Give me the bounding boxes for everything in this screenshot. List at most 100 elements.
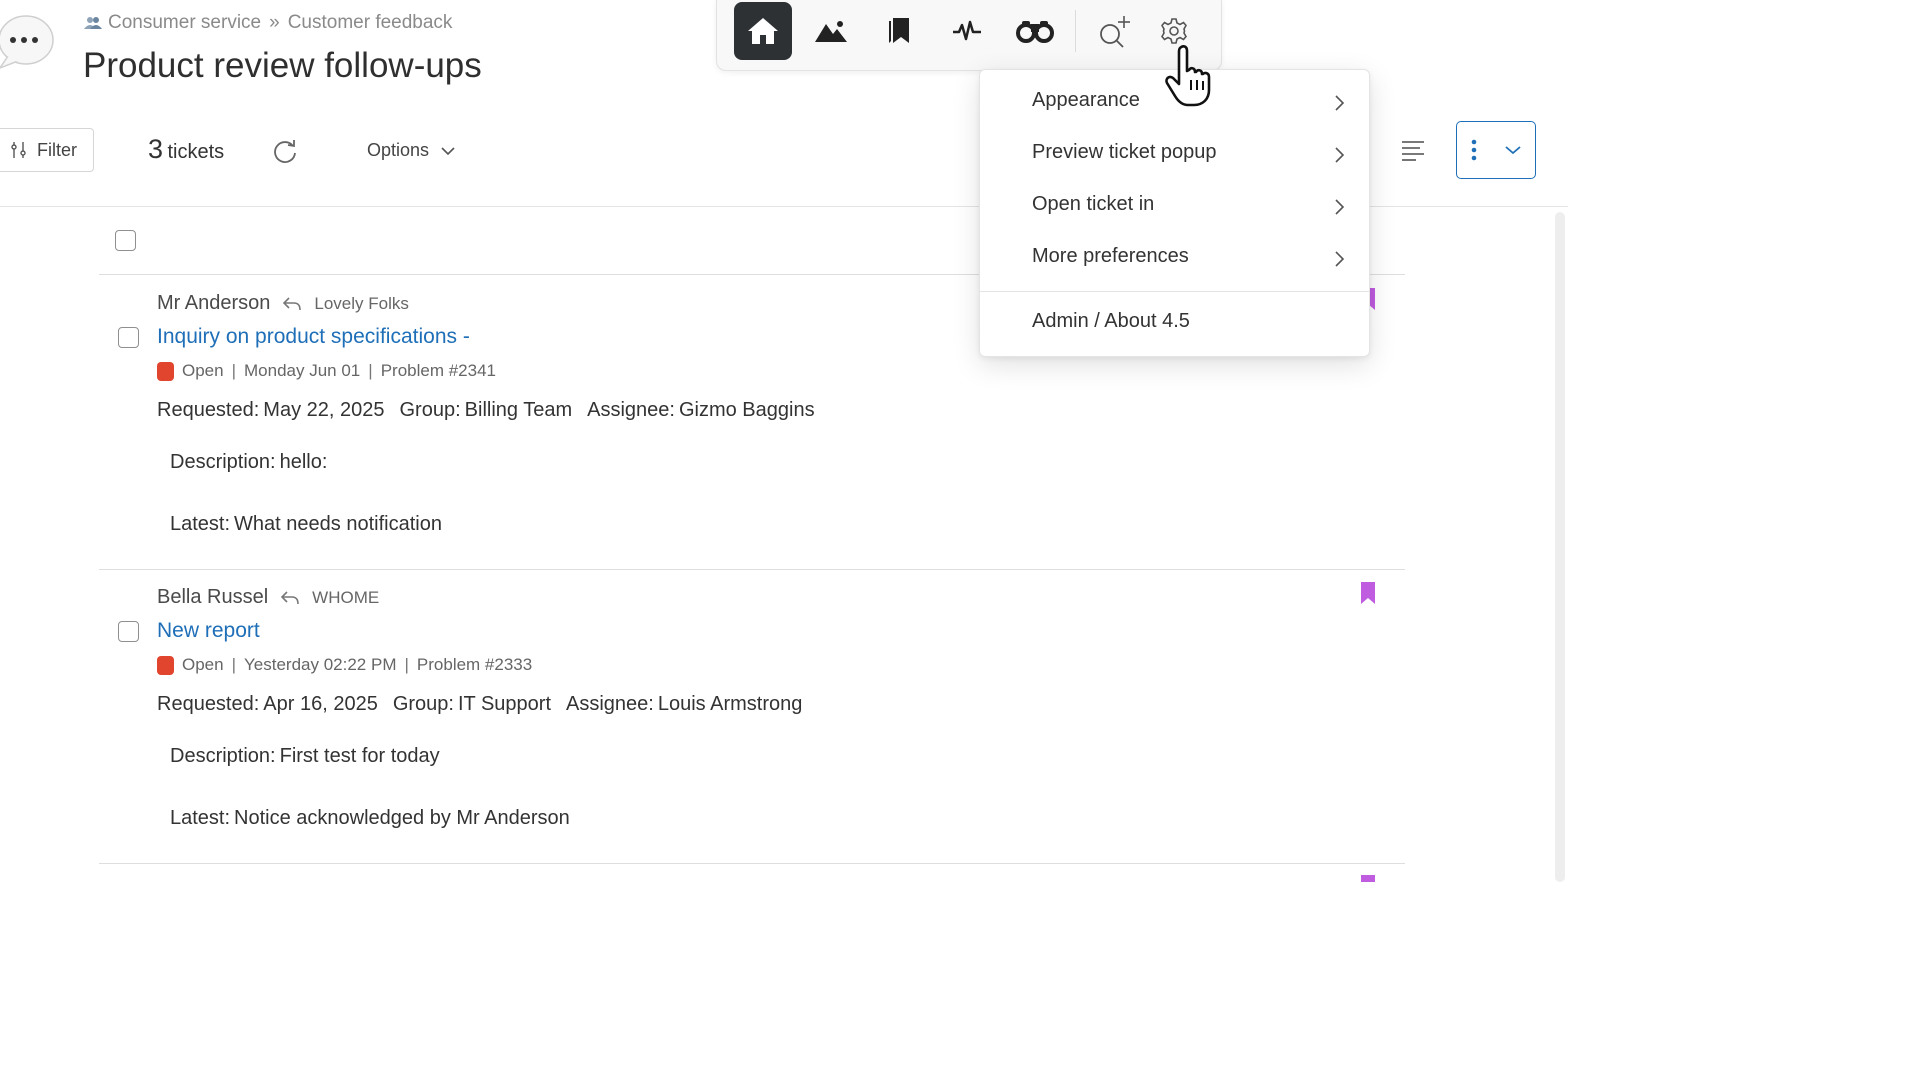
users-icon bbox=[84, 17, 102, 29]
group-value: Billing Team bbox=[464, 399, 573, 421]
status-indicator bbox=[157, 655, 174, 675]
mountain-icon bbox=[815, 21, 847, 42]
menu-item-admin-about[interactable]: Admin / About 4.5 bbox=[980, 298, 1369, 350]
list-view-icon[interactable] bbox=[1400, 138, 1426, 162]
ticket-description: Description: First test for today bbox=[170, 745, 440, 768]
chevron-right-icon bbox=[1335, 251, 1345, 267]
ticket-status: Open bbox=[182, 361, 224, 380]
menu-divider bbox=[980, 291, 1369, 292]
ticket-checkbox[interactable] bbox=[118, 621, 139, 642]
group-value: IT Support bbox=[457, 693, 552, 715]
nav-landscape-button[interactable] bbox=[802, 2, 860, 60]
menu-item-label: More preferences bbox=[1032, 245, 1189, 267]
requested-value: Apr 16, 2025 bbox=[263, 693, 378, 715]
ticket-checkbox[interactable] bbox=[118, 327, 139, 348]
menu-item-preview-ticket-popup[interactable]: Preview ticket popup bbox=[980, 129, 1369, 181]
chevron-right-icon bbox=[1335, 147, 1345, 163]
breadcrumb-separator: » bbox=[269, 12, 280, 33]
latest-value: Notice acknowledged by Mr Anderson bbox=[234, 807, 570, 829]
hand-cursor-icon bbox=[1165, 45, 1211, 107]
ticket-updated: Monday Jun 01 bbox=[244, 361, 361, 380]
gear-icon bbox=[1161, 18, 1187, 44]
ticket-fields: Requested: Apr 16, 2025 Group: IT Support … bbox=[157, 693, 802, 716]
menu-item-open-ticket-in[interactable]: Open ticket in bbox=[980, 181, 1369, 233]
reply-icon bbox=[281, 590, 299, 604]
ticket-header: Mr Anderson Lovely Folks bbox=[157, 292, 409, 315]
description-value: First test for today bbox=[279, 745, 440, 767]
menu-item-label: Open ticket in bbox=[1032, 193, 1155, 215]
assignee-label: Assignee: bbox=[566, 693, 654, 715]
menu-item-label: Admin / About 4.5 bbox=[1032, 310, 1190, 332]
assignee-value: Louis Armstrong bbox=[657, 693, 803, 715]
options-label: Options bbox=[367, 140, 430, 160]
meta-separator: | bbox=[231, 361, 237, 380]
ticket-updated: Yesterday 02:22 PM bbox=[244, 655, 397, 674]
ticket-count-label: tickets bbox=[167, 141, 225, 163]
ticket-latest: Latest: What needs notification bbox=[170, 513, 442, 536]
page-title: Product review follow-ups bbox=[83, 46, 482, 85]
sliders-icon bbox=[11, 142, 26, 158]
latest-value: What needs notification bbox=[234, 513, 442, 535]
nav-divider bbox=[1075, 10, 1076, 52]
chevron-right-icon bbox=[1335, 199, 1345, 215]
nav-add-search-button[interactable] bbox=[1085, 2, 1143, 60]
ticket-subject-link[interactable]: Inquiry on product specifications - bbox=[157, 325, 470, 349]
latest-label: Latest: bbox=[170, 807, 231, 829]
bookmark-icon[interactable] bbox=[1361, 582, 1375, 604]
refresh-icon[interactable] bbox=[272, 138, 298, 164]
select-all-checkbox[interactable] bbox=[115, 230, 136, 251]
options-dropdown[interactable]: Options bbox=[367, 140, 455, 161]
bookmark-icon bbox=[889, 18, 909, 43]
assignee-label: Assignee: bbox=[587, 399, 675, 421]
home-icon bbox=[748, 18, 778, 44]
ticket-status: Open bbox=[182, 655, 224, 674]
requested-label: Requested: bbox=[157, 693, 260, 715]
breadcrumb: Consumer service » Customer feedback bbox=[84, 12, 452, 34]
ticket-meta: Open | Yesterday 02:22 PM | Problem #233… bbox=[157, 655, 532, 675]
chat-bubble-logo-icon bbox=[0, 15, 54, 69]
group-label: Group: bbox=[399, 399, 461, 421]
bookmark-icon[interactable] bbox=[1361, 875, 1375, 882]
scrollbar[interactable] bbox=[1555, 212, 1565, 882]
group-label: Group: bbox=[392, 693, 454, 715]
latest-label: Latest: bbox=[170, 513, 231, 535]
ticket-requester[interactable]: Bella Russel bbox=[157, 586, 268, 609]
menu-item-label: Preview ticket popup bbox=[1032, 141, 1217, 163]
ticket-fields: Requested: May 22, 2025 Group: Billing Tea… bbox=[157, 399, 815, 422]
breadcrumb-view-link[interactable]: Customer feedback bbox=[288, 12, 453, 34]
nav-activity-button[interactable] bbox=[938, 2, 996, 60]
status-indicator bbox=[157, 361, 174, 381]
nav-home-button[interactable] bbox=[734, 2, 792, 60]
ticket-count: 3 tickets bbox=[148, 134, 224, 165]
ticket-type: Problem #2333 bbox=[416, 655, 533, 674]
ticket-header: Bella Russel WHOME bbox=[157, 586, 379, 609]
breadcrumb-section-link[interactable]: Consumer service bbox=[108, 12, 261, 34]
ticket-organization[interactable]: WHOME bbox=[312, 588, 379, 608]
menu-item-more-preferences[interactable]: More preferences bbox=[980, 233, 1369, 285]
assignee-value: Gizmo Baggins bbox=[678, 399, 815, 421]
reply-icon bbox=[283, 296, 302, 310]
vertical-dots-icon bbox=[1471, 139, 1477, 161]
search-plus-icon bbox=[1100, 16, 1130, 48]
meta-separator: | bbox=[368, 361, 373, 380]
ticket-count-number: 3 bbox=[148, 134, 164, 164]
ticket-meta: Open | Monday Jun 01 | Problem #2341 bbox=[157, 361, 496, 381]
ticket-organization[interactable]: Lovely Folks bbox=[314, 294, 408, 314]
binoculars-icon bbox=[1016, 21, 1054, 43]
ticket-row[interactable]: Bella Russel WHOME New report Open | Yes… bbox=[99, 569, 1405, 864]
chevron-down-icon bbox=[441, 146, 455, 155]
nav-bookmarks-button[interactable] bbox=[870, 2, 928, 60]
description-label: Description: bbox=[170, 745, 276, 767]
ticket-subject-link[interactable]: New report bbox=[157, 619, 260, 643]
description-value: hello: bbox=[279, 451, 328, 473]
nav-binoculars-button[interactable] bbox=[1006, 2, 1064, 60]
meta-separator: | bbox=[231, 655, 237, 674]
description-label: Description: bbox=[170, 451, 276, 473]
more-actions-button[interactable] bbox=[1456, 121, 1536, 179]
ticket-requester[interactable]: Mr Anderson bbox=[157, 292, 270, 315]
filter-button[interactable]: Filter bbox=[0, 128, 94, 172]
ticket-type: Problem #2341 bbox=[380, 361, 496, 380]
requested-value: May 22, 2025 bbox=[263, 399, 385, 421]
top-navigation-bar bbox=[716, 0, 1222, 71]
menu-item-label: Appearance bbox=[1032, 89, 1140, 111]
